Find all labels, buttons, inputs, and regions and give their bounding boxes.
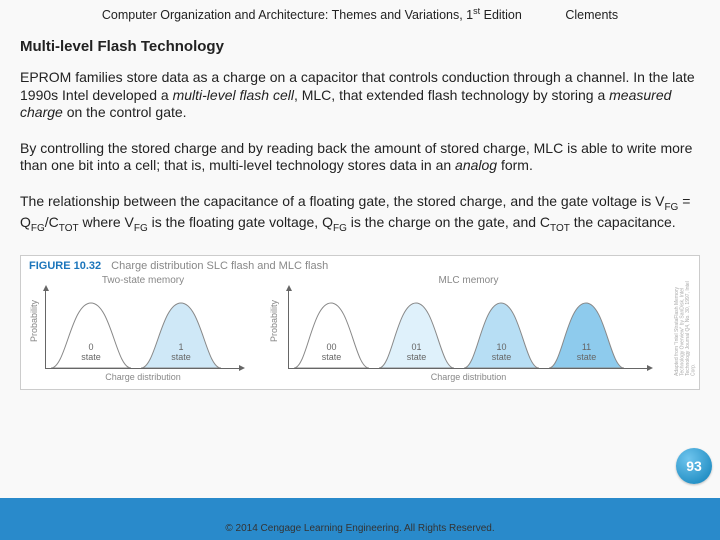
- edition-tail: Edition: [480, 8, 522, 22]
- axis-arrow-y-icon: [286, 285, 292, 291]
- slc-title: Two-state memory: [102, 275, 184, 286]
- paragraph-2: By controlling the stored charge and by …: [0, 140, 720, 193]
- p3-s3: TOT: [59, 223, 79, 234]
- copyright-footer: © 2014 Cengage Learning Engineering. All…: [0, 523, 720, 534]
- p1-b: multi-level flash cell: [173, 87, 294, 103]
- mlc-title: MLC memory: [438, 275, 498, 286]
- figure-credit: Adapted from "Intel StrataFlash Memory T…: [675, 276, 697, 376]
- figure-caption: Charge distribution SLC flash and MLC fl…: [111, 260, 328, 272]
- author-name: Clements: [565, 8, 618, 22]
- mlc-state-10: 10state: [459, 298, 544, 368]
- mlc-panel: MLC memory Charge distribution 00state 0…: [288, 289, 648, 369]
- p3-s6: TOT: [550, 223, 570, 234]
- p2-b: analog: [455, 157, 497, 173]
- figure-number: FIGURE 10.32: [29, 260, 101, 272]
- slc-state-0-bot: state: [81, 352, 101, 362]
- p3-f: is the charge on the gate, and C: [347, 214, 550, 230]
- mlc-00-bot: state: [322, 352, 342, 362]
- p3-a: The relationship between the capacitance…: [20, 193, 664, 209]
- slc-xlabel: Charge distribution: [105, 372, 181, 382]
- p3-s2: FG: [31, 223, 45, 234]
- mlc-01-bot: state: [407, 352, 427, 362]
- figure-plots: Probability Probability Two-state memory…: [21, 274, 699, 369]
- axis-arrow-x-icon: [239, 365, 245, 371]
- slc-panel: Two-state memory Charge distribution 0st…: [45, 289, 240, 369]
- p1-e: on the control gate.: [63, 104, 187, 120]
- mlc-state-00: 00state: [289, 298, 374, 368]
- p3-s1: FG: [664, 201, 678, 212]
- slc-state-0: 0state: [46, 298, 136, 368]
- mlc-11-bot: state: [577, 352, 597, 362]
- slide-header: Computer Organization and Architecture: …: [0, 0, 720, 34]
- axis-arrow-x-icon: [647, 365, 653, 371]
- p1-c: , MLC, that extended flash technology by…: [294, 87, 609, 103]
- p3-s4: FG: [134, 223, 148, 234]
- p3-g: the capacitance.: [570, 214, 676, 230]
- mlc-xlabel: Charge distribution: [431, 372, 507, 382]
- p3-d: where V: [79, 214, 134, 230]
- mlc-state-01: 01state: [374, 298, 459, 368]
- paragraph-3: The relationship between the capacitance…: [0, 193, 720, 254]
- mlc-10-bot: state: [492, 352, 512, 362]
- p2-c: form.: [497, 157, 533, 173]
- slc-state-1: 1state: [136, 298, 226, 368]
- figure-10-32: FIGURE 10.32 Charge distribution SLC flas…: [20, 255, 700, 390]
- slc-state-1-bot: state: [171, 352, 191, 362]
- page-number-badge: 93: [676, 448, 712, 484]
- section-title: Multi-level Flash Technology: [0, 34, 720, 69]
- axis-arrow-y-icon: [43, 285, 49, 291]
- y-axis-label-right: Probability: [269, 300, 279, 342]
- figure-header: FIGURE 10.32 Charge distribution SLC flas…: [21, 256, 699, 274]
- paragraph-1: EPROM families store data as a charge on…: [0, 69, 720, 140]
- mlc-state-11: 11state: [544, 298, 629, 368]
- p3-e: is the floating gate voltage, Q: [148, 214, 333, 230]
- p2-a: By controlling the stored charge and by …: [20, 140, 692, 174]
- p3-s5: FG: [333, 223, 347, 234]
- y-axis-label-left: Probability: [29, 300, 39, 342]
- book-title: Computer Organization and Architecture: …: [102, 8, 473, 22]
- p3-c: /C: [45, 214, 59, 230]
